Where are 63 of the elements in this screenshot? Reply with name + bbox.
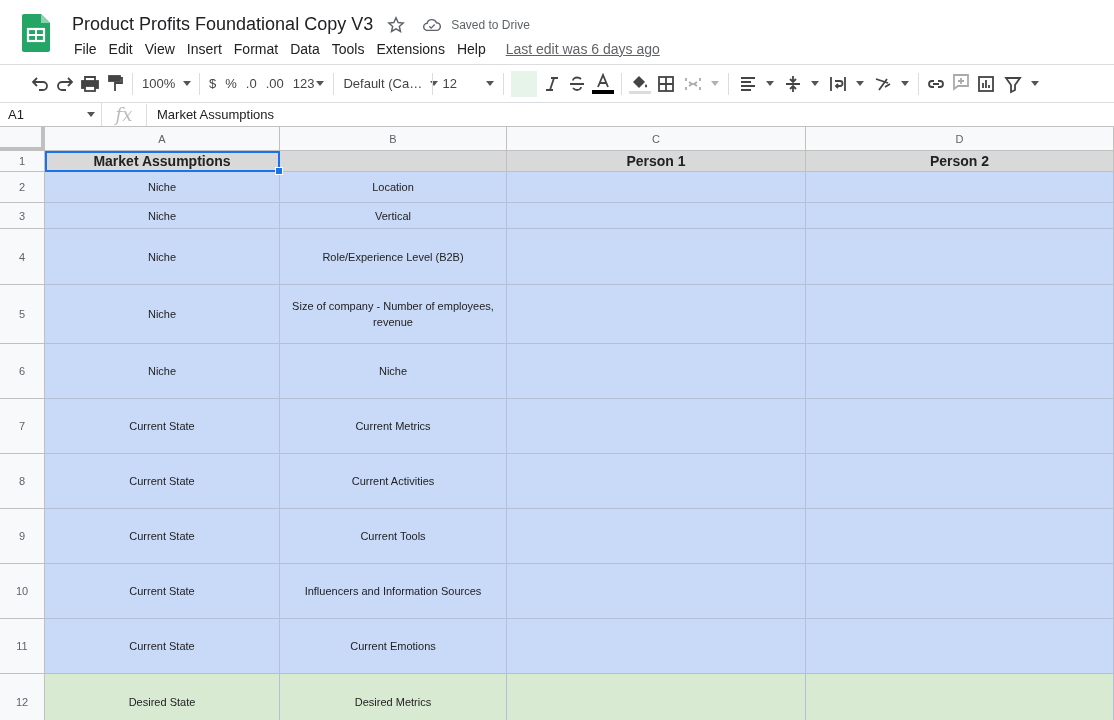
row-header[interactable]: 5: [0, 285, 45, 344]
menu-item[interactable]: Format: [227, 41, 285, 57]
column-header[interactable]: A: [45, 127, 280, 151]
table-cell[interactable]: Influencers and Information Sources: [280, 564, 507, 619]
table-cell[interactable]: Niche: [45, 172, 280, 203]
increase-decimal-button[interactable]: .00: [263, 76, 286, 91]
table-cell[interactable]: Role/Experience Level (B2B): [280, 229, 507, 285]
column-header[interactable]: C: [507, 127, 806, 151]
zoom-dropdown[interactable]: 100%: [140, 76, 192, 91]
menu-item[interactable]: Insert: [180, 41, 228, 57]
row-header[interactable]: 7: [0, 399, 45, 454]
table-cell[interactable]: Location: [280, 172, 507, 203]
table-cell[interactable]: Current Emotions: [280, 619, 507, 674]
table-cell[interactable]: Current State: [45, 454, 280, 509]
row-header[interactable]: 3: [0, 203, 45, 229]
table-cell[interactable]: Niche: [45, 344, 280, 399]
table-cell[interactable]: Current State: [45, 564, 280, 619]
row-header[interactable]: 8: [0, 454, 45, 509]
row-header[interactable]: 2: [0, 172, 45, 203]
table-cell[interactable]: Person 2: [806, 151, 1114, 172]
menu-item[interactable]: Help: [450, 41, 492, 57]
save-status: Saved to Drive: [451, 17, 530, 32]
table-cell[interactable]: Niche: [45, 203, 280, 229]
table-cell[interactable]: Person 1: [507, 151, 806, 172]
menu-item[interactable]: Extensions: [370, 41, 451, 57]
document-title[interactable]: Product Profits Foundational Copy V3: [68, 14, 378, 35]
menu-item[interactable]: File: [68, 41, 103, 57]
row-header[interactable]: 10: [0, 564, 45, 619]
row-header[interactable]: 12: [0, 674, 45, 720]
table-cell[interactable]: Market Assumptions: [45, 151, 280, 172]
currency-button[interactable]: $: [207, 76, 219, 91]
menu-item[interactable]: View: [138, 41, 181, 57]
table-cell[interactable]: Current Activities: [280, 454, 507, 509]
table-cell[interactable]: Niche: [45, 285, 280, 344]
menu-item[interactable]: Data: [284, 41, 326, 57]
table-cell[interactable]: Niche: [45, 229, 280, 285]
row-header[interactable]: 1: [0, 151, 45, 172]
row-header[interactable]: 9: [0, 509, 45, 564]
table-cell[interactable]: Current State: [45, 399, 280, 454]
menu-item[interactable]: Edit: [102, 41, 139, 57]
format-dropdown[interactable]: 123: [290, 76, 327, 91]
row-header[interactable]: 4: [0, 229, 45, 285]
table-cell[interactable]: Size of company - Number of employees, revenue: [280, 285, 507, 344]
percent-button[interactable]: %: [223, 76, 239, 91]
menu-item[interactable]: Tools: [325, 41, 371, 57]
column-header[interactable]: D: [806, 127, 1114, 151]
table-cell[interactable]: Current State: [45, 509, 280, 564]
table-cell[interactable]: Current Metrics: [280, 399, 507, 454]
last-edit-link[interactable]: Last edit was 6 days ago: [505, 41, 660, 57]
table-cell[interactable]: Vertical: [280, 203, 507, 229]
fx-label: fx: [102, 103, 147, 126]
font-size-dropdown[interactable]: 12: [440, 76, 497, 91]
table-cell[interactable]: Current Tools: [280, 509, 507, 564]
column-header[interactable]: B: [280, 127, 507, 151]
table-cell[interactable]: Current State: [45, 619, 280, 674]
table-cell[interactable]: Desired Metrics: [280, 674, 507, 720]
table-cell[interactable]: Niche: [280, 344, 507, 399]
formula-input[interactable]: Market Assumptions: [147, 107, 275, 122]
row-header[interactable]: 6: [0, 344, 45, 399]
table-cell[interactable]: Desired State: [45, 674, 280, 720]
name-box[interactable]: A1: [0, 103, 102, 126]
decrease-decimal-button[interactable]: .0: [243, 76, 259, 91]
row-header[interactable]: 11: [0, 619, 45, 674]
